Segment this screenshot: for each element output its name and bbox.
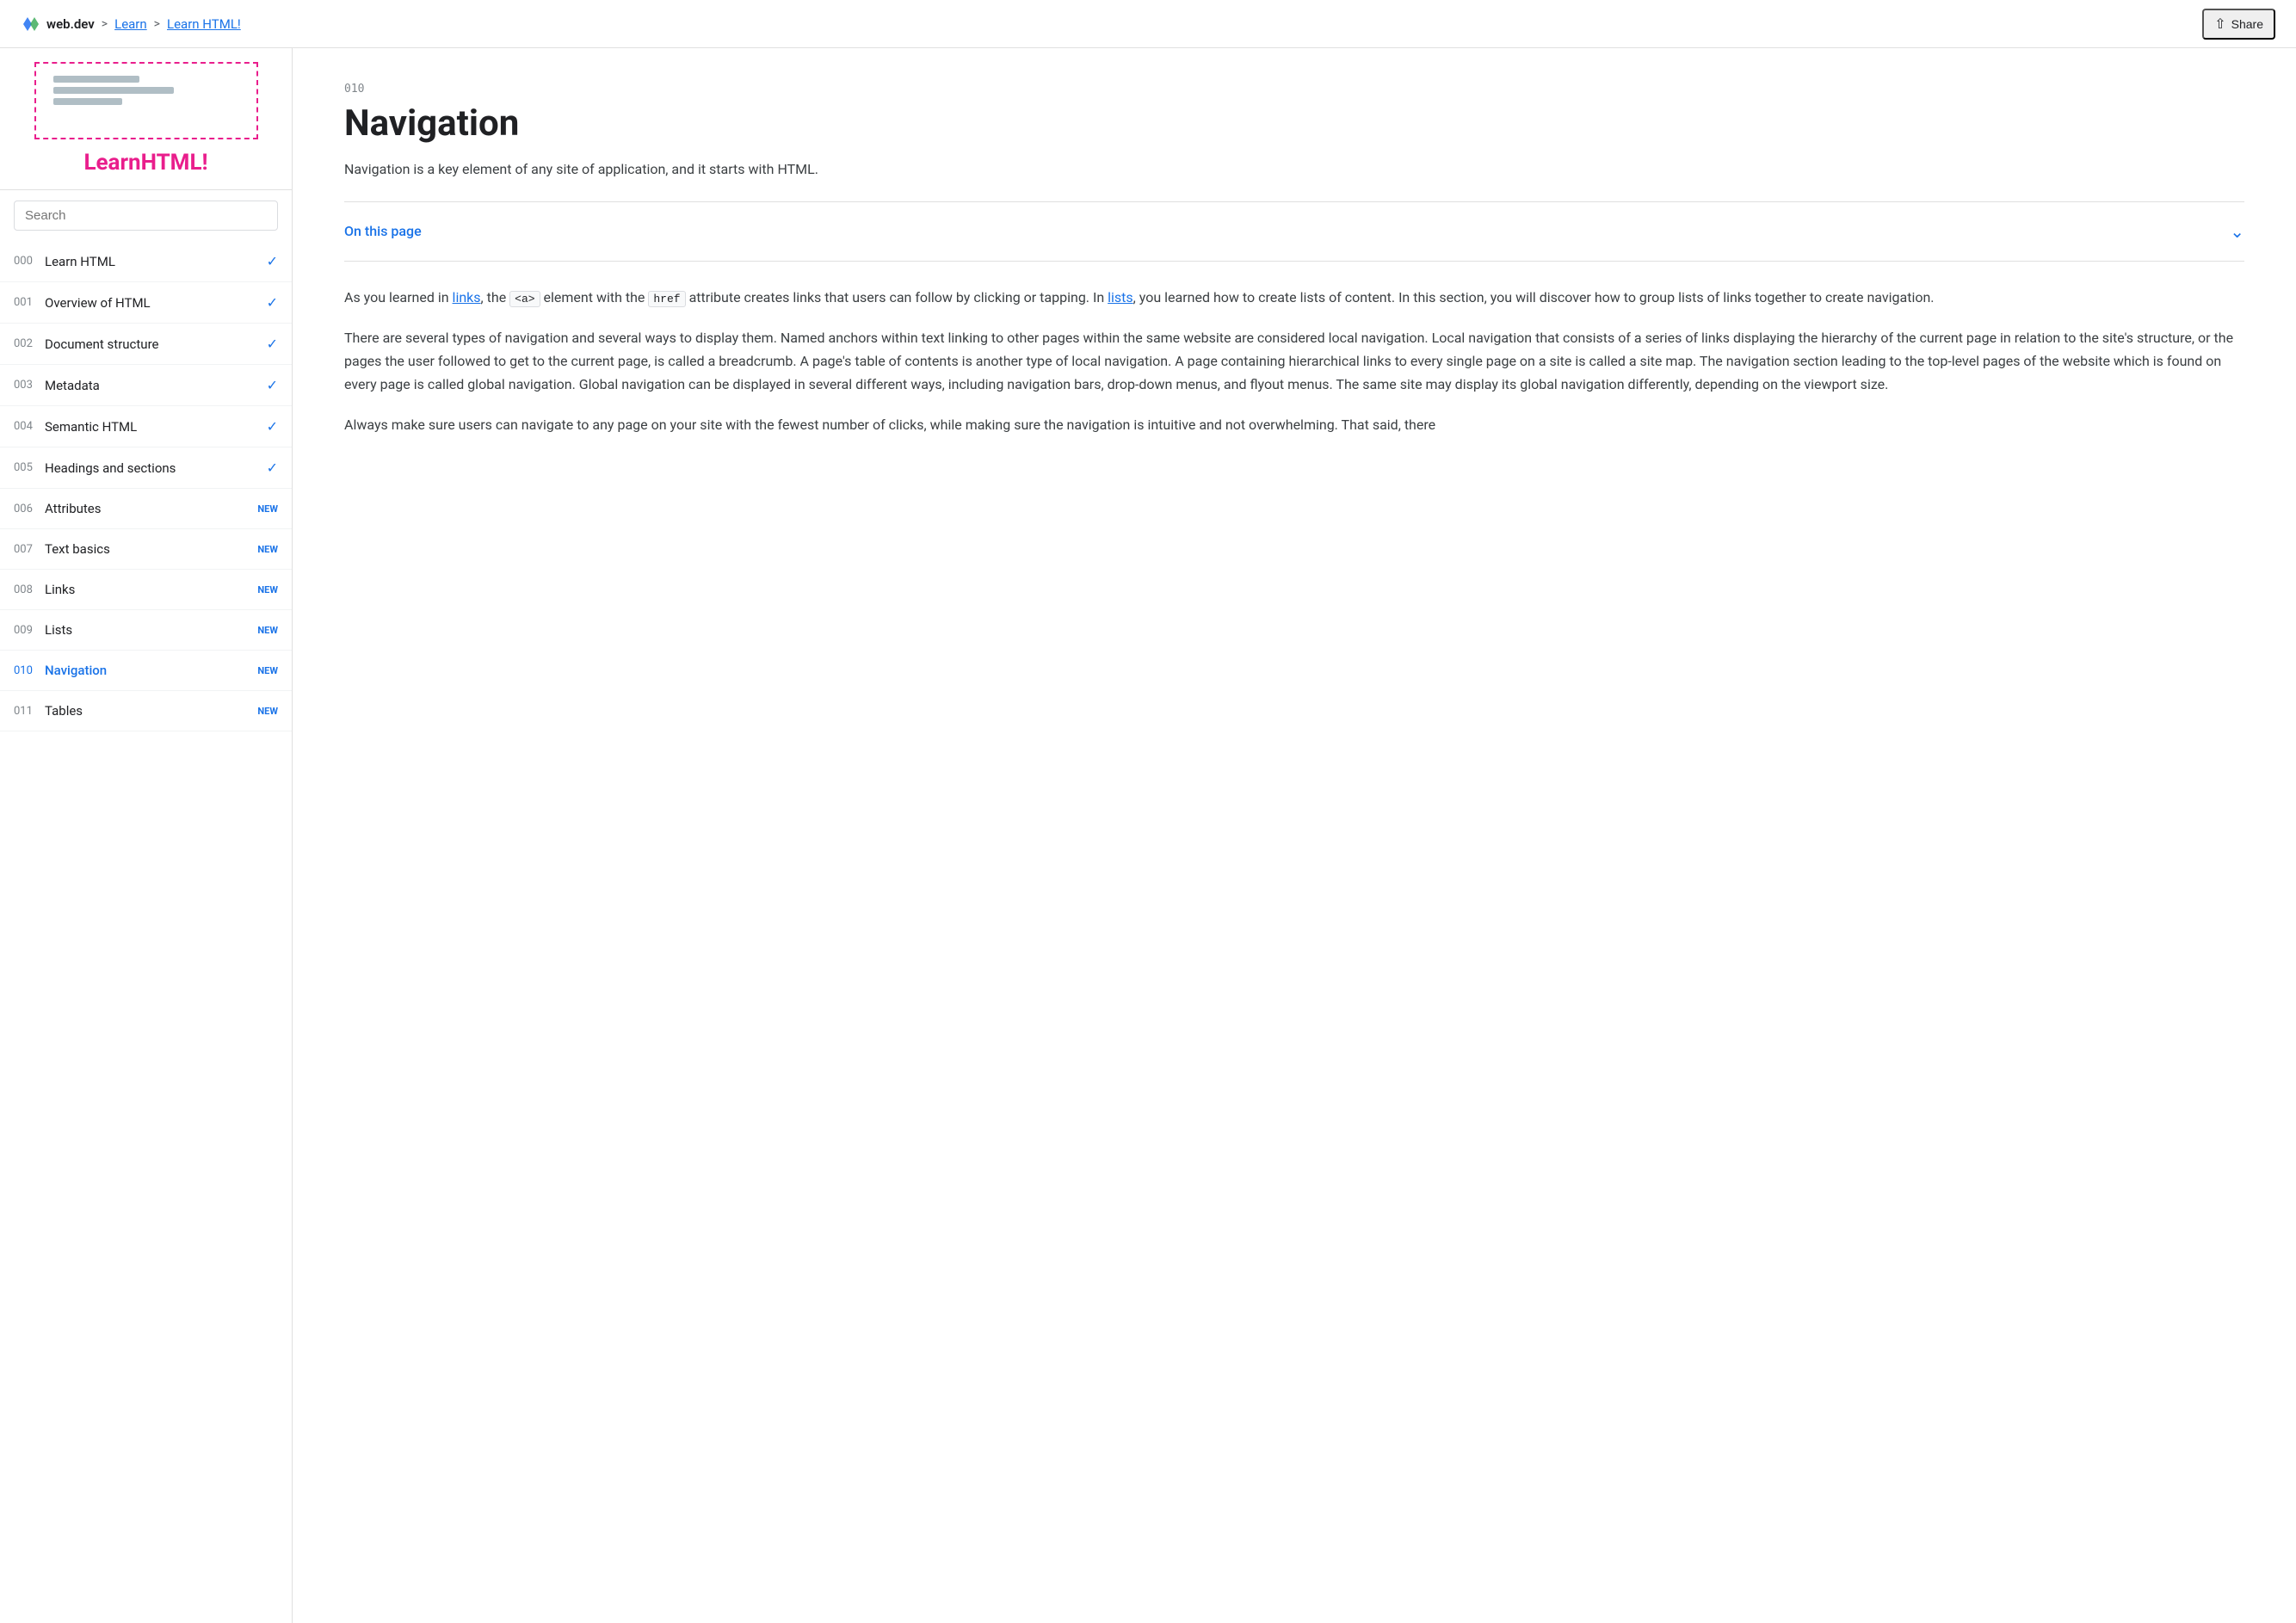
sidebar-item-007[interactable]: 007Text basics NEW xyxy=(0,529,292,570)
nav-label-000: Learn HTML xyxy=(45,254,260,269)
para1-link-links[interactable]: links xyxy=(453,289,481,305)
chevron-down-icon: ⌄ xyxy=(2230,221,2244,242)
main-layout: LearnHTML! 000Learn HTML✓001Overview of … xyxy=(0,48,2296,1623)
on-this-page-label: On this page xyxy=(344,223,422,239)
content-para-2: There are several types of navigation an… xyxy=(344,326,2244,397)
nav-label-001: Overview of HTML xyxy=(45,295,260,311)
nav-num-008: 008 xyxy=(14,583,45,596)
para1-prefix: As you learned in xyxy=(344,289,453,305)
nav-label-007: Text basics xyxy=(45,541,250,557)
sidebar-preview-illustration xyxy=(34,62,258,139)
nav-label-005: Headings and sections xyxy=(45,460,260,476)
content-para-1: As you learned in links, the <a> element… xyxy=(344,286,2244,309)
nav-num-010: 010 xyxy=(14,664,45,677)
sidebar-title-colored: HTML! xyxy=(141,150,208,176)
nav-num-002: 002 xyxy=(14,337,45,350)
sidebar-nav-list: 000Learn HTML✓001Overview of HTML✓002Doc… xyxy=(0,241,292,1623)
sidebar-title-plain: Learn xyxy=(83,150,140,176)
top-navigation: web.dev > Learn > Learn HTML! ⇧ Share xyxy=(0,0,2296,48)
breadcrumb-sep-1: > xyxy=(102,17,108,31)
search-input-wrap xyxy=(14,201,278,231)
site-name: web.dev xyxy=(46,16,95,32)
webdev-logo-icon xyxy=(21,14,41,34)
nav-label-010: Navigation xyxy=(45,663,250,678)
share-button[interactable]: ⇧ Share xyxy=(2202,9,2275,40)
preview-line-2 xyxy=(53,87,174,94)
sidebar-item-011[interactable]: 011Tables NEW xyxy=(0,691,292,731)
divider-top xyxy=(344,201,2244,202)
on-this-page-toggle[interactable]: On this page ⌄ xyxy=(344,209,2244,254)
nav-num-011: 011 xyxy=(14,705,45,718)
nav-label-002: Document structure xyxy=(45,336,260,352)
para1-code-href: href xyxy=(648,291,685,307)
nav-badge-011: NEW xyxy=(257,706,278,717)
nav-num-009: 009 xyxy=(14,624,45,637)
share-icon: ⇧ xyxy=(2214,15,2225,33)
nav-label-006: Attributes xyxy=(45,501,250,516)
para1-mid3: attribute creates links that users can f… xyxy=(686,289,1108,305)
nav-label-004: Semantic HTML xyxy=(45,419,260,435)
nav-badge-007: NEW xyxy=(257,544,278,555)
preview-line-3 xyxy=(53,98,122,105)
nav-badge-008: NEW xyxy=(257,584,278,596)
breadcrumb-sep-2: > xyxy=(154,17,160,31)
sidebar-item-003[interactable]: 003Metadata ✓ xyxy=(0,365,292,406)
sidebar-item-002[interactable]: 002Document structure ✓ xyxy=(0,324,292,365)
para1-mid4: , you learned how to create lists of con… xyxy=(1133,289,1935,305)
nav-check-005: ✓ xyxy=(267,460,278,476)
nav-label-003: Metadata xyxy=(45,378,260,393)
nav-label-011: Tables xyxy=(45,703,250,719)
search-area xyxy=(0,190,292,241)
lesson-number: 010 xyxy=(344,83,2244,96)
breadcrumb-current[interactable]: Learn HTML! xyxy=(167,16,241,32)
divider-bottom xyxy=(344,261,2244,262)
nav-num-005: 005 xyxy=(14,461,45,474)
para1-mid1: , the xyxy=(481,289,510,305)
nav-badge-006: NEW xyxy=(257,503,278,515)
nav-check-000: ✓ xyxy=(267,253,278,269)
content-area: 010 Navigation Navigation is a key eleme… xyxy=(293,48,2296,1623)
sidebar-item-008[interactable]: 008Links NEW xyxy=(0,570,292,610)
sidebar-item-005[interactable]: 005Headings and sections ✓ xyxy=(0,447,292,489)
nav-check-002: ✓ xyxy=(267,336,278,352)
search-input[interactable] xyxy=(14,201,278,231)
nav-num-001: 001 xyxy=(14,296,45,309)
nav-check-001: ✓ xyxy=(267,294,278,311)
content-para-3: Always make sure users can navigate to a… xyxy=(344,413,2244,436)
nav-num-000: 000 xyxy=(14,255,45,268)
nav-num-007: 007 xyxy=(14,543,45,556)
lesson-subtitle: Navigation is a key element of any site … xyxy=(344,158,2244,181)
preview-lines xyxy=(53,76,174,109)
sidebar-item-010[interactable]: 010Navigation NEW xyxy=(0,651,292,691)
nav-badge-010: NEW xyxy=(257,665,278,676)
nav-check-003: ✓ xyxy=(267,377,278,393)
sidebar-logo-area: LearnHTML! xyxy=(0,48,292,190)
para1-code-a: <a> xyxy=(509,291,540,307)
preview-line-1 xyxy=(53,76,139,83)
nav-num-004: 004 xyxy=(14,420,45,433)
sidebar-item-009[interactable]: 009Lists NEW xyxy=(0,610,292,651)
sidebar-item-004[interactable]: 004Semantic HTML ✓ xyxy=(0,406,292,447)
nav-num-006: 006 xyxy=(14,503,45,515)
content-body: As you learned in links, the <a> element… xyxy=(344,286,2244,437)
share-label: Share xyxy=(2231,17,2263,31)
sidebar-title: LearnHTML! xyxy=(83,150,207,176)
sidebar-item-000[interactable]: 000Learn HTML ✓ xyxy=(0,241,292,282)
para1-mid2: element with the xyxy=(540,289,649,305)
sidebar-item-006[interactable]: 006Attributes NEW xyxy=(0,489,292,529)
site-logo[interactable]: web.dev xyxy=(21,14,95,34)
breadcrumb-learn[interactable]: Learn xyxy=(114,16,147,32)
nav-badge-009: NEW xyxy=(257,625,278,636)
nav-label-008: Links xyxy=(45,582,250,597)
lesson-title: Navigation xyxy=(344,102,2244,145)
nav-label-009: Lists xyxy=(45,622,250,638)
nav-check-004: ✓ xyxy=(267,418,278,435)
sidebar-item-001[interactable]: 001Overview of HTML ✓ xyxy=(0,282,292,324)
sidebar: LearnHTML! 000Learn HTML✓001Overview of … xyxy=(0,48,293,1623)
nav-num-003: 003 xyxy=(14,379,45,392)
breadcrumb: web.dev > Learn > Learn HTML! xyxy=(21,14,241,34)
para1-link-lists[interactable]: lists xyxy=(1108,289,1133,305)
